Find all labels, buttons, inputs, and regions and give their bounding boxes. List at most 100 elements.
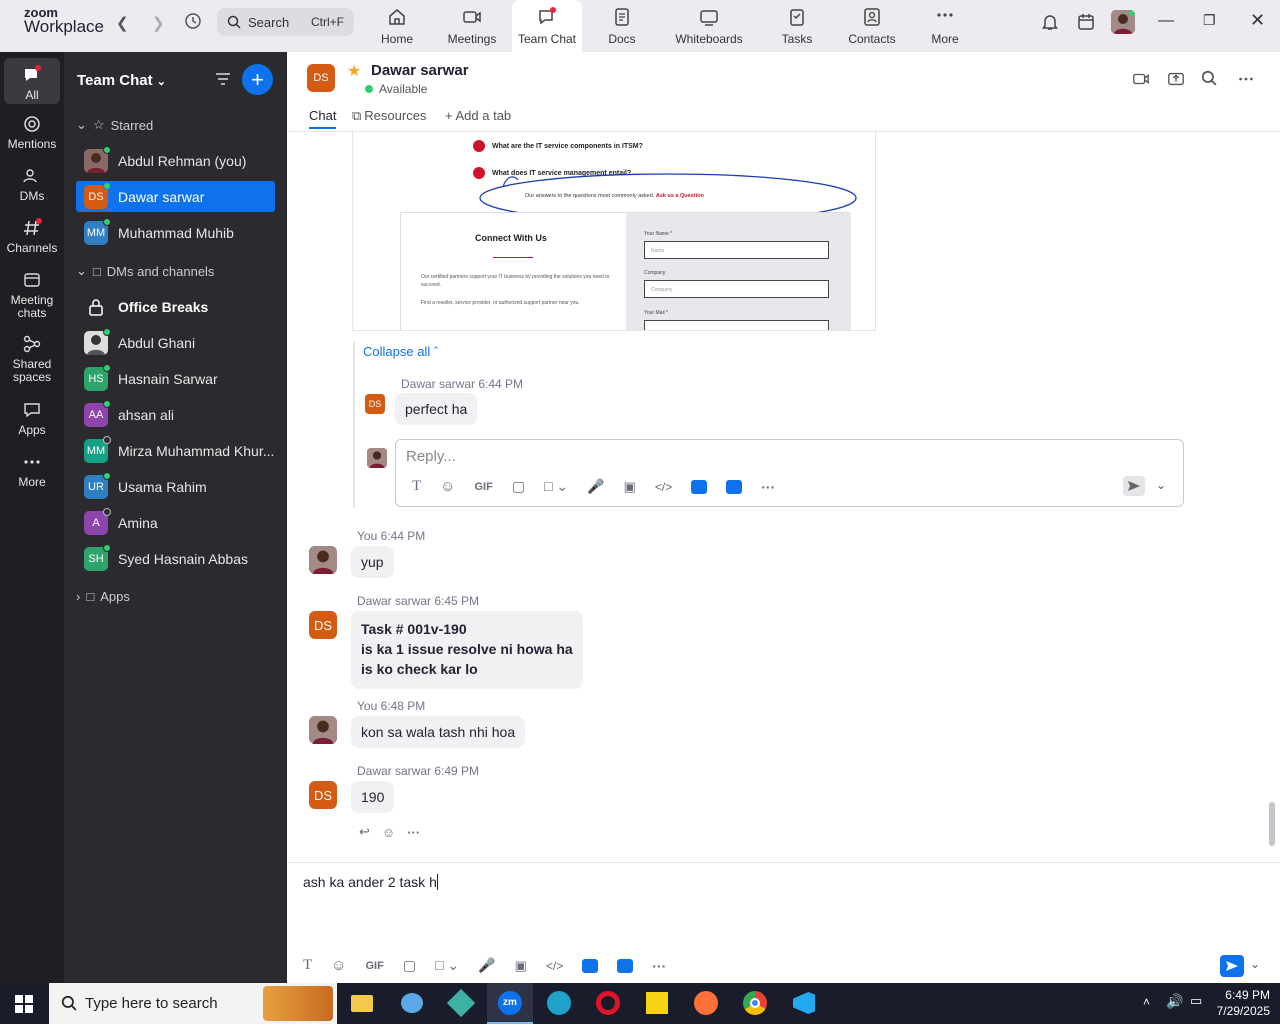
send-button[interactable] [1220,955,1244,977]
contact-name[interactable]: Dawar sarwar [371,62,469,79]
app-icon-2[interactable] [726,479,743,494]
app-icon-2[interactable] [617,958,634,973]
zoom-taskbar-icon[interactable]: zm [487,983,533,1024]
tab-whiteboards[interactable]: Whiteboards [674,0,744,52]
starred-section[interactable]: ⌄ ☆ Starred [76,117,153,133]
tab-chat[interactable]: Chat [309,108,337,129]
more-icon[interactable]: ··· [761,479,775,495]
file-icon[interactable]: ▢ [403,957,416,974]
history-icon[interactable] [184,12,202,30]
message-bubble[interactable]: kon sa wala tash nhi hoa [351,716,526,748]
share-screen-icon[interactable] [1167,70,1185,88]
rail-meeting-chats[interactable]: Meeting chats [4,270,60,320]
tab-docs[interactable]: Docs [587,0,657,52]
forward-arrow-icon[interactable]: ❯ [152,14,165,32]
video-message-icon[interactable]: ▣ [624,479,636,495]
more-icon[interactable]: ··· [652,958,666,974]
microphone-icon[interactable]: 🎤 [478,957,495,974]
sidebar-item-hasnain-sarwar[interactable]: HS Hasnain Sarwar [76,363,275,394]
collapse-all-link[interactable]: Collapse all ˆ [363,344,438,359]
apps-section[interactable]: › □ Apps [76,589,130,604]
tab-home[interactable]: Home [362,0,432,52]
text-format-icon[interactable]: T [412,478,421,495]
rail-channels[interactable]: Channels [4,218,60,255]
chevron-down-icon[interactable]: ⌄ [1250,957,1260,971]
rail-more[interactable]: More [4,452,60,489]
sidebar-item-abdul-ghani[interactable]: Abdul Ghani [76,327,275,358]
tab-add-tab[interactable]: + Add a tab [445,108,511,123]
tab-tasks[interactable]: Tasks [762,0,832,52]
network-icon[interactable]: ▭ [1190,993,1202,1009]
rail-dms[interactable]: DMs [4,166,60,203]
file-explorer-icon[interactable] [347,989,377,1017]
gif-icon[interactable]: GIF [475,481,493,493]
my-avatar[interactable] [309,546,337,574]
opera-icon[interactable] [593,989,623,1017]
sidebar-title[interactable]: Team Chat ⌄ [77,72,166,89]
taskbar-search[interactable]: Type here to search [49,983,337,1024]
chevron-down-icon[interactable]: ⌄ [1156,478,1166,492]
sidebar-item-ahsan-ali[interactable]: AA ahsan ali [76,399,275,430]
edge-icon[interactable] [544,989,574,1017]
search-icon[interactable] [1201,70,1217,86]
restore-window-icon[interactable]: ❐ [1203,12,1216,29]
sender-avatar[interactable]: DS [309,781,337,809]
close-window-icon[interactable]: ✕ [1250,10,1265,31]
paint-icon[interactable] [397,989,427,1017]
filter-icon[interactable] [214,71,232,87]
app-icon-1[interactable] [691,479,708,494]
app-icon-hex[interactable] [446,988,476,1018]
code-icon[interactable]: </> [546,959,563,973]
add-reaction-icon[interactable]: ☺ [382,825,395,840]
file-icon[interactable]: ▢ [512,478,525,495]
microphone-icon[interactable]: 🎤 [587,478,604,495]
video-call-icon[interactable] [1132,70,1150,88]
contact-avatar[interactable]: DS [307,64,335,92]
scrollbar[interactable] [1269,802,1275,846]
windows-start-icon[interactable] [15,995,33,1013]
sender-avatar[interactable]: DS [309,611,337,639]
vscode-icon[interactable] [789,989,819,1017]
emoji-icon[interactable]: ☺ [440,478,455,495]
rail-all[interactable]: All [4,58,60,104]
firefox-icon[interactable] [691,989,721,1017]
sidebar-item-muhammad-muhib[interactable]: MM Muhammad Muhib [76,217,275,248]
message-bubble[interactable]: 190 [351,781,395,813]
my-avatar[interactable] [309,716,337,744]
sidebar-item-office-breaks[interactable]: Office Breaks [76,291,275,322]
profile-avatar[interactable] [1111,10,1135,34]
rail-shared-spaces[interactable]: Shared spaces [4,334,60,384]
sidebar-item-mirza-muhammad[interactable]: MM Mirza Muhammad Khur... [76,435,275,466]
sidebar-item-syed-hasnain[interactable]: SH Syed Hasnain Abbas [76,543,275,574]
rail-mentions[interactable]: Mentions [4,114,60,151]
taskbar-clock[interactable]: 6:49 PM 7/29/2025 [1210,987,1270,1019]
reply-input[interactable]: Reply... [406,448,456,465]
app-icon-1[interactable] [582,958,599,973]
message-bubble[interactable]: yup [351,546,394,578]
new-chat-button[interactable]: + [242,64,273,95]
tab-resources[interactable]: ⧉ Resources [352,108,426,124]
minimize-window-icon[interactable]: — [1158,12,1174,30]
sidebar-item-amina[interactable]: A Amina [76,507,275,538]
back-arrow-icon[interactable]: ❮ [116,14,129,32]
video-message-icon[interactable]: ▣ [515,958,527,974]
message-bubble[interactable]: Task # 001v-190 is ka 1 issue resolve ni… [351,611,583,689]
sidebar-item-dawar-sarwar[interactable]: DS Dawar sarwar [76,181,275,212]
compose-input[interactable]: ash ka ander 2 task h [303,874,438,890]
volume-icon[interactable]: 🔊 [1166,993,1183,1010]
message-bubble[interactable]: perfect ha [395,393,478,425]
tab-contacts[interactable]: Contacts [837,0,907,52]
sidebar-item-usama-rahim[interactable]: UR Usama Rahim [76,471,275,502]
reply-box[interactable]: Reply... T ☺ GIF ▢ □ ⌄ 🎤 ▣ </> ··· ⌄ [395,439,1184,507]
tab-more[interactable]: More [910,0,980,52]
tab-team-chat[interactable]: Team Chat [512,0,582,52]
more-icon[interactable]: ··· [407,825,420,840]
bell-icon[interactable] [1040,12,1060,32]
tab-meetings[interactable]: Meetings [437,0,507,52]
code-icon[interactable]: </> [655,480,672,494]
send-reply-button[interactable] [1123,476,1145,496]
search-bar[interactable]: Search Ctrl+F [217,8,354,36]
shared-screenshot-image[interactable]: What are the IT service components in IT… [352,132,876,331]
calendar-icon[interactable] [1076,12,1096,32]
rail-apps[interactable]: Apps [4,400,60,437]
